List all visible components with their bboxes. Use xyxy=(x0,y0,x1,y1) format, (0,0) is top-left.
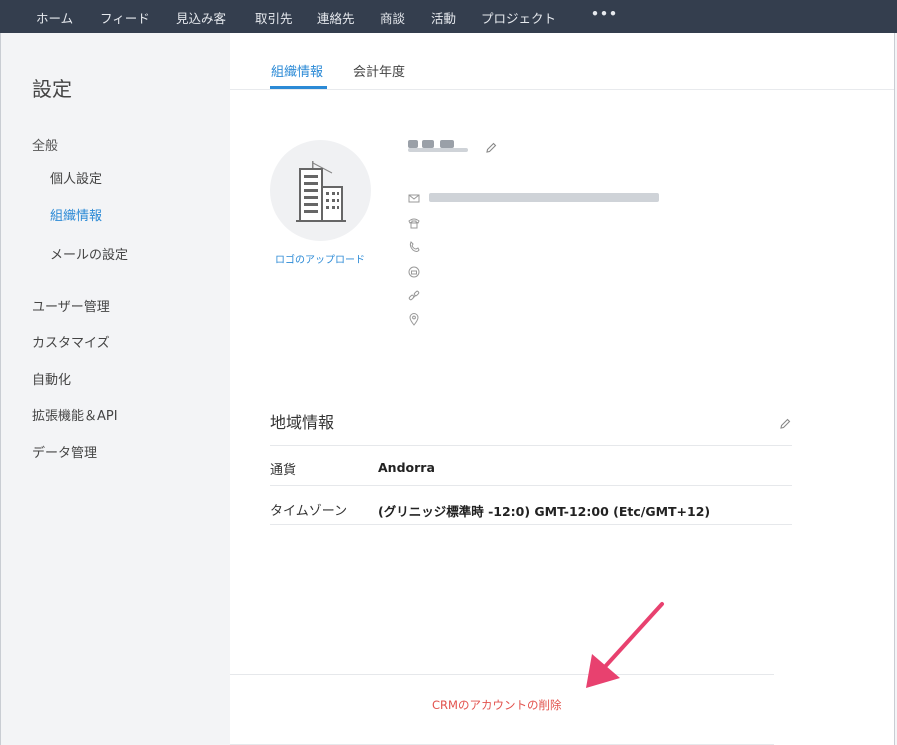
org-name-redacted xyxy=(422,140,434,148)
nav-item-leads[interactable]: 見込み客 xyxy=(176,8,226,27)
mail-icon xyxy=(407,191,421,205)
divider xyxy=(270,524,792,525)
building-icon xyxy=(295,160,346,222)
sidebar-item-customize[interactable]: カスタマイズ xyxy=(32,332,110,351)
tab-org-info[interactable]: 組織情報 xyxy=(271,61,323,80)
sidebar-item-email-settings[interactable]: メールの設定 xyxy=(50,244,128,263)
link-icon xyxy=(407,289,421,303)
sidebar-item-automation[interactable]: 自動化 xyxy=(32,369,71,388)
nav-item-deals[interactable]: 商談 xyxy=(380,8,405,27)
sidebar-item-org-info[interactable]: 組織情報 xyxy=(50,205,102,224)
fax-icon xyxy=(407,265,421,279)
nav-item-accounts[interactable]: 取引先 xyxy=(255,8,293,27)
sidebar-item-user-management[interactable]: ユーザー管理 xyxy=(32,296,110,315)
timezone-value: (グリニッジ標準時 -12:0) GMT-12:00 (Etc/GMT+12) xyxy=(378,504,711,519)
phone-icon xyxy=(407,216,421,230)
edit-org-name-icon[interactable] xyxy=(484,141,498,155)
tab-fiscal-year[interactable]: 会計年度 xyxy=(353,61,405,80)
divider xyxy=(270,445,792,446)
currency-label: 通貨 xyxy=(270,463,297,478)
settings-frame: 設定 全般 個人設定 組織情報 メールの設定 ユーザー管理 カスタマイズ 自動化… xyxy=(0,33,895,745)
sidebar-item-personal-settings[interactable]: 個人設定 xyxy=(50,168,102,187)
tabs-divider xyxy=(230,89,894,90)
org-name-redacted xyxy=(408,148,468,152)
currency-value: Andorra xyxy=(378,460,435,475)
org-name-redacted xyxy=(408,140,418,148)
nav-item-feed[interactable]: フィード xyxy=(100,8,150,27)
upload-logo-link[interactable]: ロゴのアップロード xyxy=(275,251,365,266)
sidebar-item-data-management[interactable]: データ管理 xyxy=(32,442,97,461)
nav-item-projects[interactable]: プロジェクト xyxy=(481,8,556,27)
sidebar-title: 設定 xyxy=(32,77,72,101)
sidebar-item-extensions-api[interactable]: 拡張機能＆API xyxy=(32,405,118,424)
locale-section-title: 地域情報 xyxy=(270,413,335,432)
nav-item-home[interactable]: ホーム xyxy=(36,8,73,27)
mobile-icon xyxy=(407,240,421,254)
divider xyxy=(230,674,774,675)
settings-sidebar: 設定 全般 個人設定 組織情報 メールの設定 ユーザー管理 カスタマイズ 自動化… xyxy=(1,33,230,745)
location-icon xyxy=(407,312,421,326)
top-navigation-bar: ホーム フィード 見込み客 取引先 連絡先 商談 活動 プロジェクト ••• xyxy=(0,0,897,33)
nav-more-button[interactable]: ••• xyxy=(591,6,618,21)
sidebar-heading-general: 全般 xyxy=(32,139,59,154)
org-name-redacted xyxy=(440,140,454,148)
timezone-label: タイムゾーン xyxy=(270,504,348,519)
edit-locale-icon[interactable] xyxy=(778,417,792,431)
main-content: 組織情報 会計年度 ロゴのアップロード 地域情報 通貨 Andorra タイムゾ… xyxy=(230,33,894,745)
divider xyxy=(270,485,792,486)
nav-item-activities[interactable]: 活動 xyxy=(431,8,456,27)
nav-item-contacts[interactable]: 連絡先 xyxy=(317,8,355,27)
delete-crm-account-link[interactable]: CRMのアカウントの削除 xyxy=(432,697,561,713)
annotation-arrow xyxy=(586,602,664,688)
email-redacted xyxy=(429,193,659,202)
logo-placeholder[interactable] xyxy=(270,140,371,241)
